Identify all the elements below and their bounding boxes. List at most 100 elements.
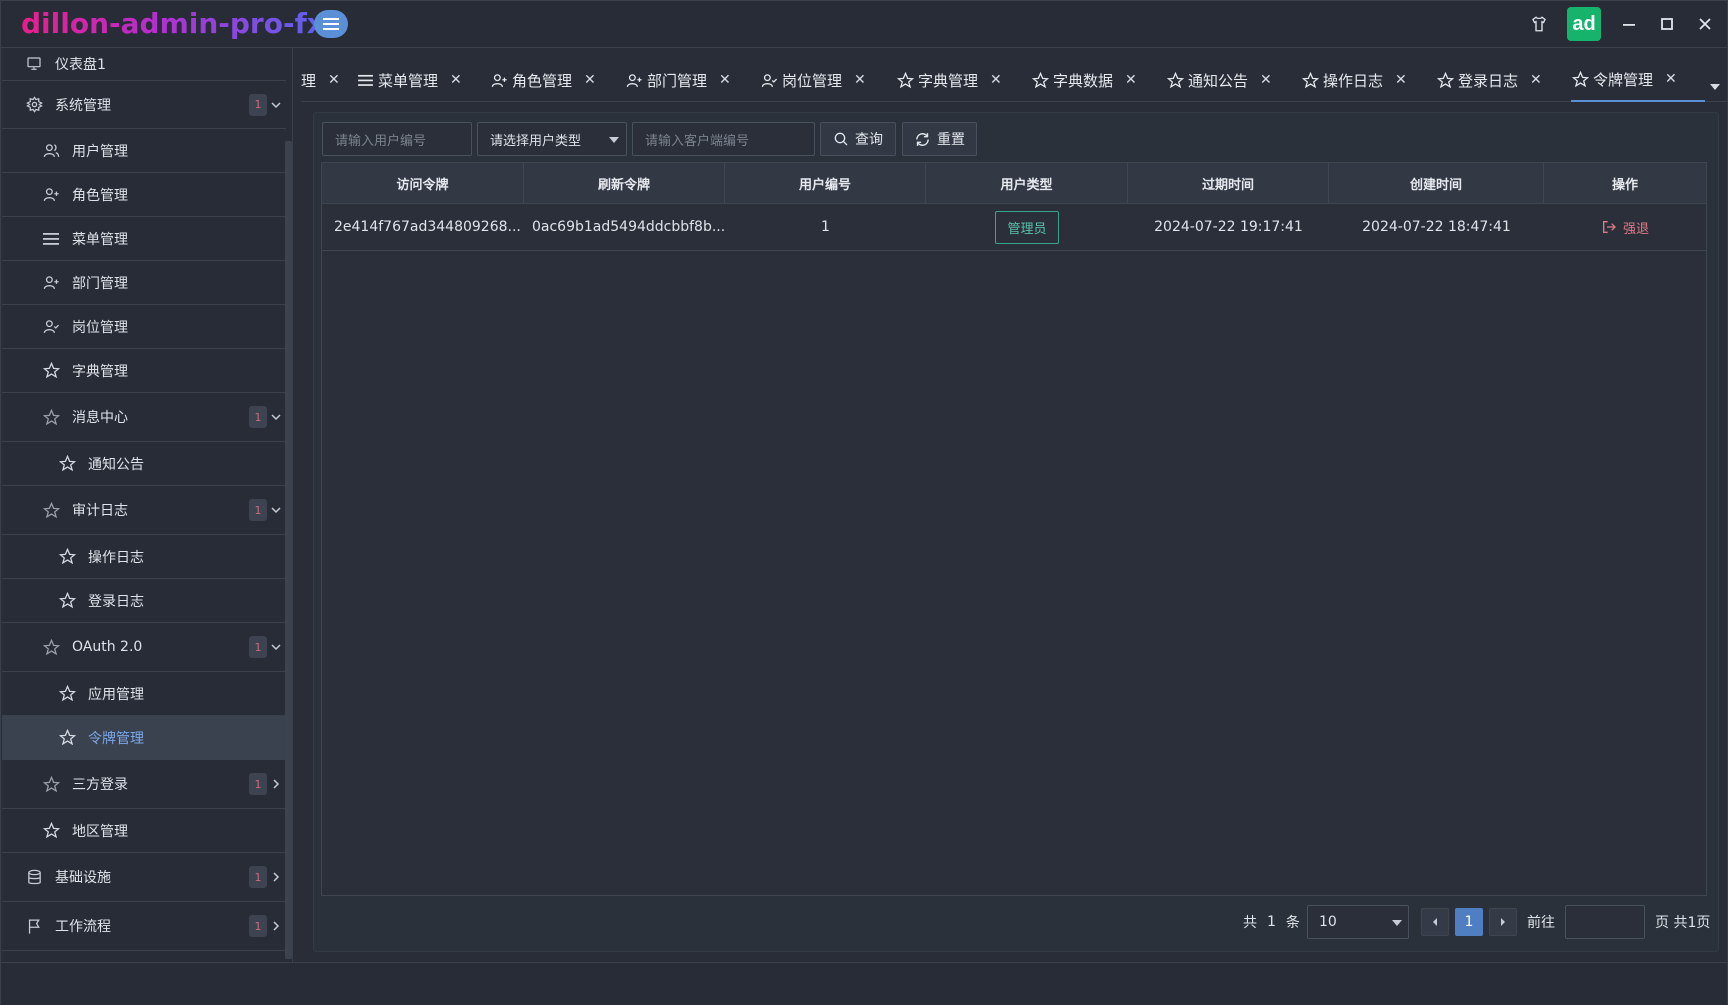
expire-time-cell: 2024-07-22 19:17:41 <box>1154 219 1303 235</box>
sidebar-item-label: 仪表盘1 <box>55 57 106 73</box>
sidebar-item-notices[interactable]: 通知公告 <box>2 442 286 486</box>
close-icon[interactable]: ✕ <box>1260 72 1272 88</box>
search-button[interactable]: 查询 <box>820 122 896 156</box>
tab-label: 登录日志 <box>1458 71 1519 90</box>
next-page-button[interactable] <box>1489 908 1517 936</box>
sidebar-item-label: 审计日志 <box>72 503 128 519</box>
sidebar-item-tokens[interactable]: 令牌管理 <box>2 716 286 760</box>
close-icon[interactable]: ✕ <box>1530 72 1542 88</box>
star-icon <box>58 729 76 747</box>
minimize-icon[interactable] <box>1619 14 1639 34</box>
star-outline-icon <box>42 638 60 656</box>
gear-icon <box>25 96 43 114</box>
hamburger-icon <box>323 18 339 30</box>
table-header: 访问令牌 刷新令牌 用户编号 用户类型 过期时间 创建时间 操作 <box>322 163 1706 204</box>
maximize-icon[interactable] <box>1657 14 1677 34</box>
avatar[interactable]: ad <box>1567 7 1601 41</box>
tab-dictionary-data[interactable]: 字典数据 ✕ <box>1031 58 1137 102</box>
close-icon[interactable]: ✕ <box>1395 72 1407 88</box>
tab-label: 岗位管理 <box>782 71 843 90</box>
column-header[interactable]: 创建时间 <box>1329 163 1544 204</box>
tab-label: 理 <box>301 71 317 90</box>
search-button-label: 查询 <box>855 132 883 148</box>
reset-button[interactable]: 重置 <box>902 122 977 156</box>
sidebar-item-dashboard[interactable]: 仪表盘1 <box>2 48 286 81</box>
count-badge: 1 <box>249 636 267 658</box>
close-icon[interactable]: ✕ <box>1665 71 1677 87</box>
status-bar <box>1 962 1727 1005</box>
page-size-select[interactable]: 10 <box>1307 905 1409 939</box>
star-icon <box>58 592 76 610</box>
prev-page-button[interactable] <box>1421 908 1449 936</box>
sidebar-item-label: 通知公告 <box>88 456 144 473</box>
close-icon[interactable]: ✕ <box>584 72 596 88</box>
star-icon <box>58 548 76 566</box>
column-header[interactable]: 操作 <box>1544 163 1706 204</box>
table-row[interactable]: 2e414f767ad344809268... 0ac69b1ad5494ddc… <box>322 204 1706 251</box>
count-badge: 1 <box>249 406 267 428</box>
sidebar-item-infrastructure[interactable]: 基础设施 1 <box>2 853 286 902</box>
tab-departments[interactable]: 部门管理 ✕ <box>625 58 731 102</box>
tab-dictionary[interactable]: 字典管理 ✕ <box>896 58 1002 102</box>
tab-truncated[interactable]: 理 ✕ <box>301 58 340 102</box>
close-icon[interactable]: ✕ <box>719 72 731 88</box>
page-size-value: 10 <box>1319 914 1337 930</box>
close-icon[interactable]: ✕ <box>990 72 1002 88</box>
user-check-icon <box>42 318 60 336</box>
sidebar-scrollbar[interactable] <box>285 141 292 959</box>
count-badge: 1 <box>249 866 267 888</box>
page-number-button[interactable]: 1 <box>1455 908 1483 936</box>
sidebar-item-regions[interactable]: 地区管理 <box>2 809 286 853</box>
theme-shirt-icon[interactable] <box>1529 14 1549 34</box>
sidebar-item-departments[interactable]: 部门管理 <box>2 261 286 305</box>
menu-toggle-button[interactable] <box>314 10 348 38</box>
caret-right-icon <box>1501 918 1505 926</box>
count-badge: 1 <box>249 773 267 795</box>
tab-overflow-dropdown-icon[interactable] <box>1710 84 1720 90</box>
tab-login-log[interactable]: 登录日志 ✕ <box>1436 58 1542 102</box>
tab-operation-log[interactable]: 操作日志 ✕ <box>1301 58 1407 102</box>
sidebar-item-system[interactable]: 系统管理 1 <box>2 81 286 129</box>
close-icon[interactable]: ✕ <box>450 72 462 88</box>
close-icon[interactable]: ✕ <box>854 72 866 88</box>
sidebar-item-oauth[interactable]: OAuth 2.0 1 <box>2 623 286 672</box>
tab-menus[interactable]: 菜单管理 ✕ <box>356 58 462 102</box>
sidebar-item-messages[interactable]: 消息中心 1 <box>2 393 286 442</box>
caret-left-icon <box>1433 918 1437 926</box>
column-header[interactable]: 访问令牌 <box>322 163 524 204</box>
sidebar-item-label: 岗位管理 <box>72 319 128 336</box>
sidebar-item-social-login[interactable]: 三方登录 1 <box>2 760 286 809</box>
tab-posts[interactable]: 岗位管理 ✕ <box>760 58 866 102</box>
tab-tokens[interactable]: 令牌管理 ✕ <box>1571 58 1705 102</box>
column-header[interactable]: 刷新令牌 <box>524 163 725 204</box>
sidebar-item-label: 消息中心 <box>72 410 128 426</box>
tab-roles[interactable]: 角色管理 ✕ <box>490 58 596 102</box>
column-header[interactable]: 过期时间 <box>1128 163 1329 204</box>
sidebar-item-roles[interactable]: 角色管理 <box>2 173 286 217</box>
sidebar-item-workflow[interactable]: 工作流程 1 <box>2 902 286 951</box>
sidebar-item-dictionary[interactable]: 字典管理 <box>2 349 286 393</box>
force-logout-button[interactable]: 强退 <box>1601 218 1649 237</box>
sidebar-item-apps[interactable]: 应用管理 <box>2 672 286 716</box>
sidebar-item-label: 令牌管理 <box>88 730 144 747</box>
sidebar-item-operation-log[interactable]: 操作日志 <box>2 535 286 579</box>
tab-label: 角色管理 <box>512 71 573 90</box>
chevron-right-icon <box>270 920 282 932</box>
search-icon <box>834 132 848 146</box>
client-id-input[interactable]: 请输入客户端编号 <box>632 122 815 156</box>
user-id-input[interactable]: 请输入用户编号 <box>322 122 472 156</box>
sidebar-item-users[interactable]: 用户管理 <box>2 129 286 173</box>
tab-notices[interactable]: 通知公告 ✕ <box>1166 58 1272 102</box>
sidebar-item-login-log[interactable]: 登录日志 <box>2 579 286 623</box>
close-icon[interactable]: ✕ <box>1125 72 1137 88</box>
column-header[interactable]: 用户编号 <box>725 163 926 204</box>
goto-page-input[interactable] <box>1565 905 1645 939</box>
user-type-select[interactable]: 请选择用户类型 <box>477 122 627 156</box>
sidebar-item-audit[interactable]: 审计日志 1 <box>2 486 286 535</box>
sidebar-item-menus[interactable]: 菜单管理 <box>2 217 286 261</box>
close-icon[interactable]: ✕ <box>328 72 340 88</box>
reset-button-label: 重置 <box>937 132 965 148</box>
close-icon[interactable] <box>1695 14 1715 34</box>
sidebar-item-posts[interactable]: 岗位管理 <box>2 305 286 349</box>
column-header[interactable]: 用户类型 <box>926 163 1128 204</box>
